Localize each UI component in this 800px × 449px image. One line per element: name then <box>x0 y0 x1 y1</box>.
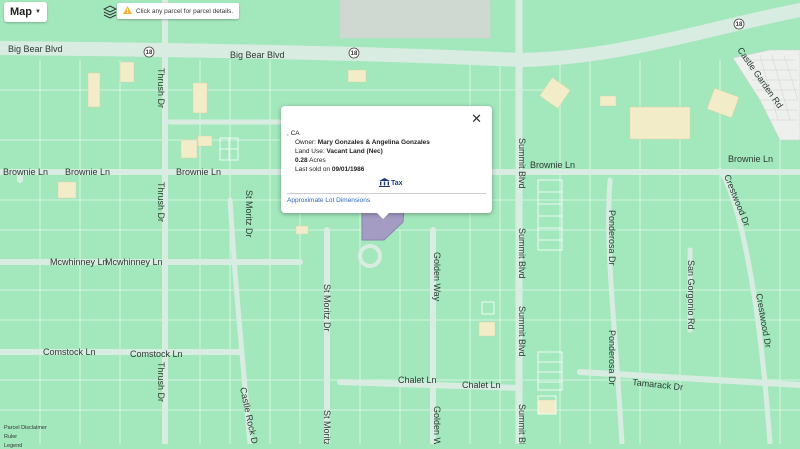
tax-link[interactable]: Tax <box>379 178 403 189</box>
land-use-line: Land Use: Vacant Land (Nec) <box>295 148 383 155</box>
street-label-brownie: Brownie Ln <box>530 160 575 170</box>
street-label-comstock: Comstock Ln <box>130 349 183 359</box>
street-label-comstock: Comstock Ln <box>43 347 96 357</box>
parcel-map[interactable]: 18 18 18 Big Bear Blvd Big Bear Blvd Bro… <box>0 0 800 444</box>
popup-divider <box>287 193 486 194</box>
owner-value: Mary Gonzales & Angelina Gonzales <box>317 139 430 146</box>
street-label-summit: Summit Blvd <box>517 138 527 189</box>
parcel-hint-banner: Click any parcel for parcel details. <box>117 3 240 19</box>
street-label-brownie: Brownie Ln <box>176 167 221 177</box>
street-label-thrush: Thrush Dr <box>156 362 166 402</box>
route-18-label: 18 <box>351 51 358 57</box>
lot-dimensions-link[interactable]: Approximate Lot Dimensions <box>287 197 370 204</box>
street-label-thrush: Thrush Dr <box>156 182 166 222</box>
street-label-chalet: Chalet Ln <box>462 380 501 390</box>
land-use-label: Land Use: <box>295 148 325 155</box>
street-label-golden: Golden Way <box>432 252 442 302</box>
bank-icon <box>379 178 390 189</box>
street-label-ponderosa: Ponderosa Dr <box>607 210 617 266</box>
last-sold-label: Last sold on <box>295 166 331 173</box>
street-label-ponderosa: Ponderosa Dr <box>607 330 617 386</box>
street-label-summit: Summit Blvd <box>517 306 527 357</box>
street-label-brownie: Brownie Ln <box>3 167 48 177</box>
street-label-mcwhinney: Mcwhinney Ln <box>105 257 163 267</box>
route-18-shield: 18 <box>143 46 155 58</box>
chevron-down-icon: ▼ <box>35 9 41 15</box>
street-label-brownie: Brownie Ln <box>65 167 110 177</box>
acres-line: 0.28 Acres <box>295 157 326 164</box>
street-label-thrush: Thrush Dr <box>156 68 166 108</box>
tax-label: Tax <box>391 180 403 187</box>
parcel-details-popup: ✕ , CA Owner: Mary Gonzales & Angelina G… <box>281 106 492 219</box>
street-label-st-moritz: St Moritz Dr <box>322 410 332 444</box>
street-label-big-bear: Big Bear Blvd <box>8 44 63 54</box>
close-icon[interactable]: ✕ <box>471 112 482 125</box>
street-label-chalet: Chalet Ln <box>398 375 437 385</box>
street-label-summit: Summit Blvd <box>517 228 527 279</box>
street-label-golden: Golden Way <box>432 406 442 444</box>
parcel-disclaimer-link[interactable]: Parcel Disclaimer <box>4 425 47 431</box>
warning-icon <box>123 6 132 16</box>
map-type-label: Map <box>10 6 32 18</box>
street-label-san-gorgonio: San Gorgonio Rd <box>686 260 696 330</box>
last-sold-line: Last sold on 09/01/1986 <box>295 166 364 173</box>
acres-value: 0.28 <box>295 157 308 164</box>
street-label-st-moritz: St Moritz Dr <box>322 284 332 332</box>
street-label-big-bear: Big Bear Blvd <box>230 50 285 60</box>
last-sold-date: 09/01/1986 <box>331 166 365 173</box>
land-use-value: Vacant Land (Nec) <box>326 148 383 155</box>
street-label-mcwhinney: Mcwhinney Ln <box>50 257 108 267</box>
street-label-summit: Summit Blvd <box>517 404 527 444</box>
route-18-shield: 18 <box>348 47 360 59</box>
street-label-st-moritz: St Moritz Dr <box>244 190 254 238</box>
hint-text: Click any parcel for parcel details. <box>136 7 234 15</box>
acres-label: Acres <box>309 157 326 164</box>
map-type-dropdown[interactable]: Map ▼ <box>4 2 47 22</box>
route-18-shield: 18 <box>733 18 745 30</box>
owner-line: Owner: Mary Gonzales & Angelina Gonzales <box>295 139 430 146</box>
route-18-label: 18 <box>736 22 743 28</box>
street-label-brownie: Brownie Ln <box>728 154 773 164</box>
parcel-address: , CA <box>287 130 300 137</box>
ruler-link[interactable]: Ruler <box>4 434 17 440</box>
owner-label: Owner: <box>295 139 316 146</box>
route-18-label: 18 <box>146 50 153 56</box>
